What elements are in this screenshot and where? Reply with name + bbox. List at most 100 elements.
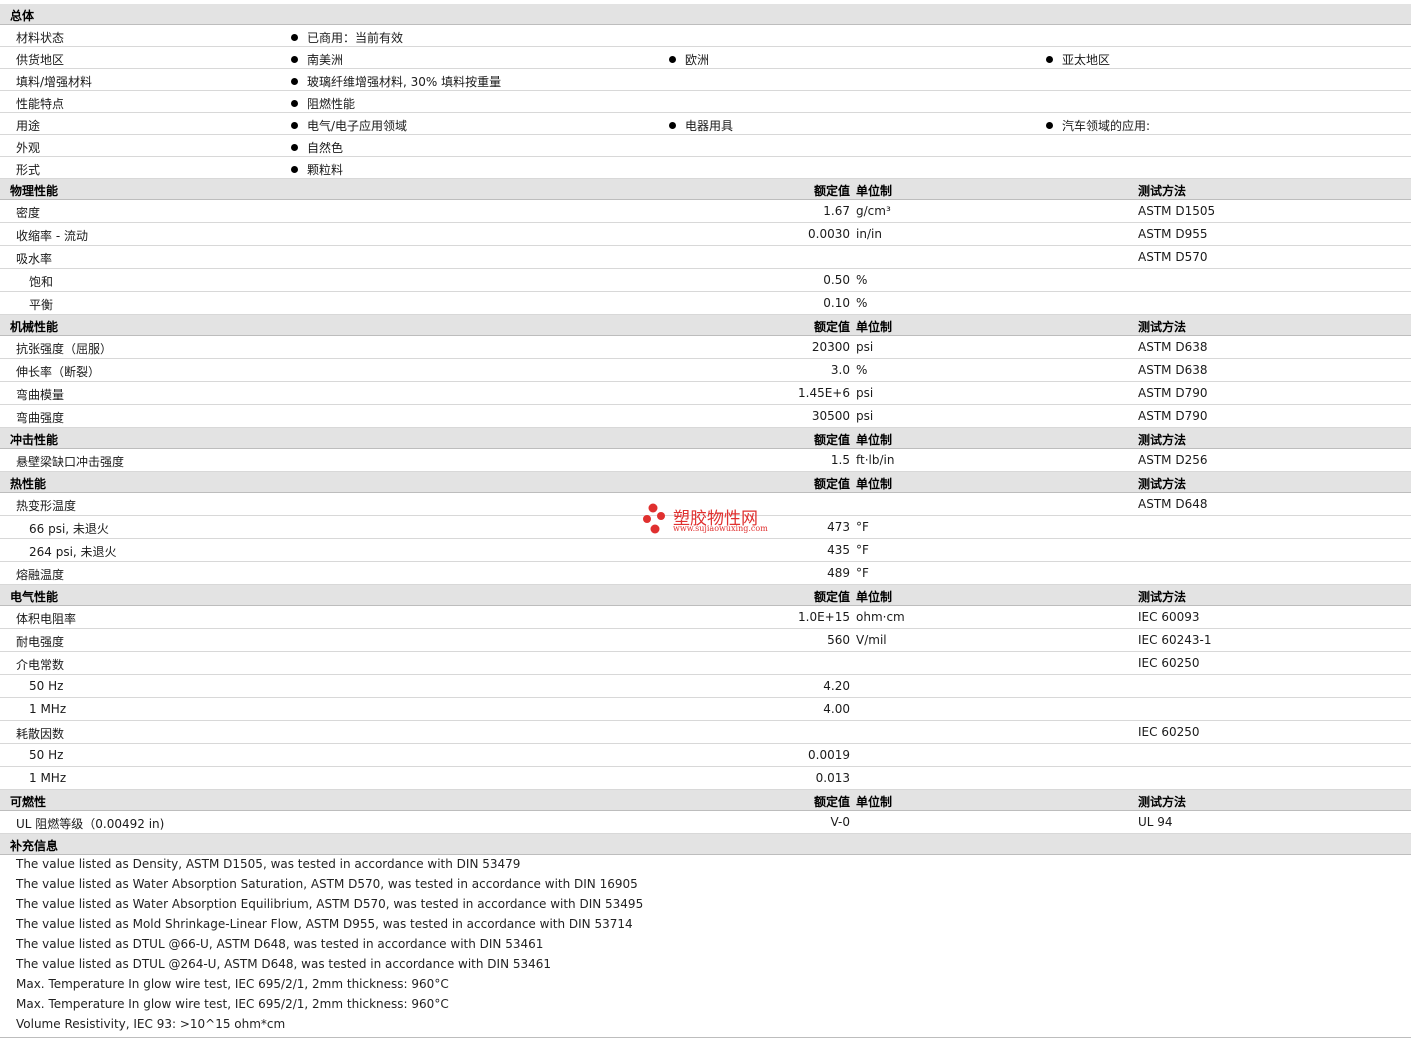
property-row: 1 MHz 0.013 <box>0 767 1411 790</box>
supplement-notes: The value listed as Density, ASTM D1505,… <box>0 855 1411 1038</box>
section-header-physical: 物理性能 额定值 单位制 测试方法 <box>0 179 1411 200</box>
test-method: ASTM D256 <box>1138 453 1208 467</box>
property-row: 1 MHz 4.00 <box>0 698 1411 721</box>
bullet-icon <box>291 78 298 85</box>
property-label: 264 psi, 未退火 <box>29 545 117 559</box>
property-label: 弯曲强度 <box>16 411 65 425</box>
property-label: 收缩率 - 流动 <box>16 229 88 243</box>
property-row: 熔融温度 489 °F <box>0 562 1411 585</box>
property-value: 20300 <box>811 340 850 354</box>
property-row: UL 阻燃等级（0.00492 in) V-0 UL 94 <box>0 811 1411 834</box>
property-unit: in/in <box>856 227 882 241</box>
property-unit: psi <box>856 340 874 354</box>
section-header-thermal: 热性能 额定值 单位制 测试方法 <box>0 472 1411 493</box>
property-unit: ohm·cm <box>856 610 905 624</box>
property-value: 489 <box>827 566 850 580</box>
bullet-icon <box>1046 122 1053 129</box>
property-unit: ft·lb/in <box>856 453 895 467</box>
column-header-value: 额定值 <box>813 320 850 334</box>
general-row: 供货地区 南美洲 欧洲 亚太地区 <box>0 47 1411 69</box>
bullet-icon <box>291 56 298 63</box>
property-item: 自然色 <box>291 139 343 156</box>
property-row: 伸长率（断裂） 3.0 % ASTM D638 <box>0 359 1411 382</box>
note-line: Volume Resistivity, IEC 93: >10^15 ohm*c… <box>16 1017 286 1031</box>
property-unit: psi <box>856 386 874 400</box>
section-header-mechanical: 机械性能 额定值 单位制 测试方法 <box>0 315 1411 336</box>
property-value: 0.013 <box>815 771 850 785</box>
column-header-test: 测试方法 <box>1138 433 1187 447</box>
property-item: 电气/电子应用领域 <box>291 117 407 134</box>
property-row: 平衡 0.10 % <box>0 292 1411 315</box>
property-item: 欧洲 <box>669 51 709 68</box>
test-method: ASTM D570 <box>1138 250 1208 264</box>
property-row: 吸水率 ASTM D570 <box>0 246 1411 269</box>
watermark-logo: 塑胶物性网 www.sujiaowuxing.com <box>643 502 783 538</box>
property-label: 密度 <box>16 206 41 220</box>
note-line: Max. Temperature In glow wire test, IEC … <box>16 977 449 991</box>
property-item: 汽车领域的应用: <box>1046 117 1150 134</box>
property-row: 耗散因数 IEC 60250 <box>0 721 1411 744</box>
column-header-unit: 单位制 <box>856 477 893 491</box>
property-value: 3.0 <box>830 363 850 377</box>
column-header-value: 额定值 <box>813 795 850 809</box>
bullet-icon <box>669 56 676 63</box>
property-row: 饱和 0.50 % <box>0 269 1411 292</box>
column-header-test: 测试方法 <box>1138 590 1187 604</box>
property-unit: psi <box>856 409 874 423</box>
property-value: 0.0030 <box>808 227 850 241</box>
property-label: 外观 <box>16 141 41 155</box>
note-line: The value listed as Water Absorption Equ… <box>16 897 644 911</box>
property-label: 平衡 <box>29 298 54 312</box>
note-line: The value listed as Mold Shrinkage-Linea… <box>16 917 633 931</box>
note-line: The value listed as Density, ASTM D1505,… <box>16 857 521 871</box>
general-row: 性能特点 阻燃性能 <box>0 91 1411 113</box>
general-row: 用途 电气/电子应用领域 电器用具 汽车领域的应用: <box>0 113 1411 135</box>
property-row: 收缩率 - 流动 0.0030 in/in ASTM D955 <box>0 223 1411 246</box>
property-label: 材料状态 <box>16 31 65 45</box>
test-method: UL 94 <box>1138 815 1173 829</box>
test-method: ASTM D648 <box>1138 497 1208 511</box>
property-label: 热变形温度 <box>16 499 77 513</box>
property-row: 密度 1.67 g/cm³ ASTM D1505 <box>0 200 1411 223</box>
property-label: 用途 <box>16 119 41 133</box>
property-value: 4.00 <box>823 702 850 716</box>
property-value: 0.10 <box>823 296 850 310</box>
column-header-unit: 单位制 <box>856 795 893 809</box>
property-value: 435 <box>827 543 850 557</box>
section-title: 热性能 <box>10 477 47 491</box>
property-row: 体积电阻率 1.0E+15 ohm·cm IEC 60093 <box>0 606 1411 629</box>
property-value: 1.67 <box>823 204 850 218</box>
section-header-impact: 冲击性能 额定值 单位制 测试方法 <box>0 428 1411 449</box>
general-row: 材料状态 已商用：当前有效 <box>0 25 1411 47</box>
column-header-unit: 单位制 <box>856 320 893 334</box>
note-line: Max. Temperature In glow wire test, IEC … <box>16 997 449 1011</box>
property-value: V-0 <box>830 815 850 829</box>
property-item: 亚太地区 <box>1046 51 1110 68</box>
property-item: 电器用具 <box>669 117 733 134</box>
property-label: 熔融温度 <box>16 568 65 582</box>
property-value: 1.5 <box>830 453 850 467</box>
property-label: 体积电阻率 <box>16 612 77 626</box>
bullet-icon <box>291 122 298 129</box>
property-label: 填料/增强材料 <box>16 75 93 89</box>
property-label: 抗张强度（屈服） <box>16 342 113 356</box>
property-label: 耐电强度 <box>16 635 65 649</box>
property-item: 玻璃纤维增强材料, 30% 填料按重量 <box>291 73 501 90</box>
property-label: 介电常数 <box>16 658 65 672</box>
property-label: 50 Hz <box>29 679 64 693</box>
section-header-flammability: 可燃性 额定值 单位制 测试方法 <box>0 790 1411 811</box>
property-unit: % <box>856 363 868 377</box>
property-label: 弯曲模量 <box>16 388 65 402</box>
column-header-value: 额定值 <box>813 590 850 604</box>
property-label: 1 MHz <box>29 702 67 716</box>
column-header-value: 额定值 <box>813 477 850 491</box>
test-method: IEC 60250 <box>1138 656 1200 670</box>
property-row: 264 psi, 未退火 435 °F <box>0 539 1411 562</box>
test-method: IEC 60250 <box>1138 725 1200 739</box>
note-line: The value listed as DTUL @264-U, ASTM D6… <box>16 957 552 971</box>
section-title: 可燃性 <box>10 795 47 809</box>
bullet-icon <box>291 100 298 107</box>
column-header-value: 额定值 <box>813 433 850 447</box>
property-label: UL 阻燃等级（0.00492 in) <box>16 817 165 831</box>
property-unit: °F <box>856 520 869 534</box>
